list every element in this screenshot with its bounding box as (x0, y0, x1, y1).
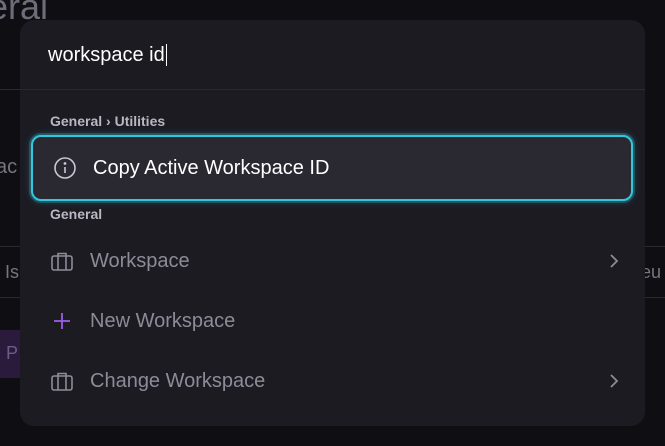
command-copy-active-workspace-id[interactable]: Copy Active Workspace ID (31, 135, 633, 201)
chevron-right-icon (603, 371, 623, 391)
background-text-fragment: Is (5, 262, 20, 282)
background-divider (0, 246, 20, 247)
background-divider (645, 297, 665, 298)
background-divider (645, 246, 665, 247)
command-workspace[interactable]: Workspace (30, 229, 633, 293)
command-palette: General › Utilities Copy Active Workspac… (20, 20, 645, 426)
info-icon (53, 156, 77, 180)
group-label-general: General (50, 206, 103, 222)
background-divider (0, 89, 20, 90)
command-label: Change Workspace (90, 369, 266, 392)
briefcase-icon (50, 249, 74, 273)
briefcase-icon (50, 369, 74, 393)
background-divider (0, 297, 20, 298)
command-label: New Workspace (90, 309, 236, 332)
search-row (20, 20, 645, 90)
command-label: Workspace (90, 249, 190, 272)
text-caret (165, 44, 167, 66)
command-change-workspace[interactable]: Change Workspace (30, 349, 633, 413)
background-text-fragment: ac (0, 156, 18, 178)
group-label-general-utilities: General › Utilities (50, 113, 166, 129)
command-label: Copy Active Workspace ID (93, 156, 330, 179)
search-input[interactable] (48, 42, 608, 68)
chevron-right-icon (603, 251, 623, 271)
plus-icon (50, 309, 74, 333)
command-new-workspace[interactable]: New Workspace (30, 289, 633, 353)
